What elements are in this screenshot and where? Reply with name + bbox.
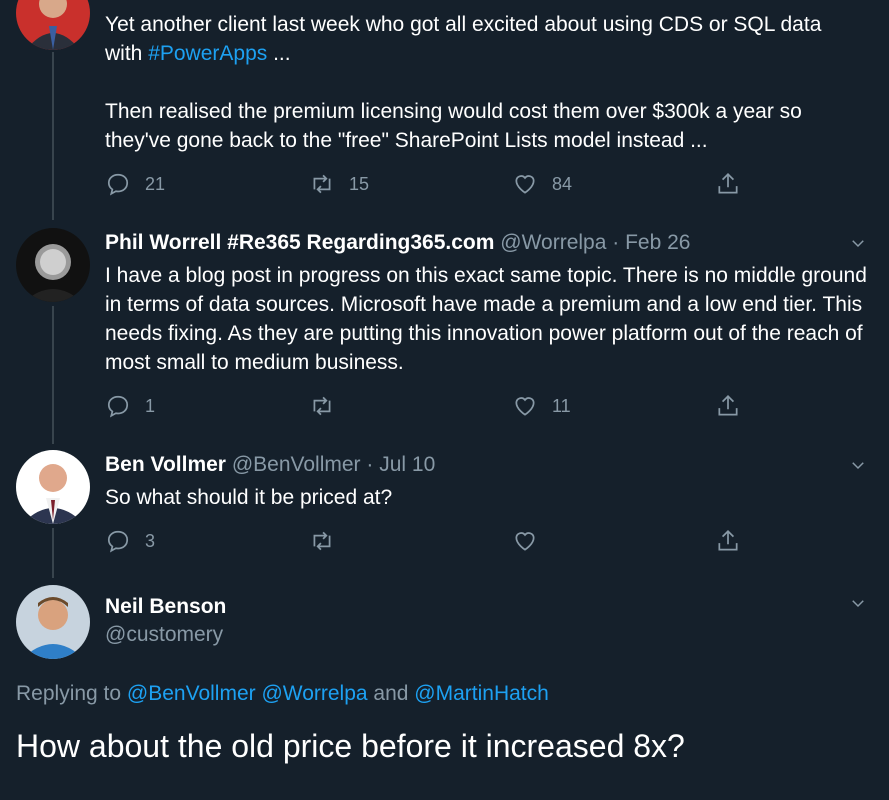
- display-name[interactable]: Phil Worrell #Re365 Regarding365.com: [105, 231, 494, 254]
- share-button[interactable]: [715, 169, 741, 199]
- user-handle[interactable]: @customery: [105, 621, 226, 649]
- share-button[interactable]: [715, 526, 741, 556]
- heart-icon: [515, 397, 535, 416]
- like-button[interactable]: 84: [512, 169, 572, 199]
- tweet-text: Yet another client last week who got all…: [105, 13, 822, 152]
- share-icon: [718, 173, 738, 194]
- share-button[interactable]: [715, 391, 741, 421]
- thread-line: [52, 306, 54, 444]
- thread-line: [52, 528, 54, 578]
- tweet-text: How about the old price before it increa…: [16, 728, 685, 764]
- tweet-actions: 21 15 84: [105, 169, 745, 199]
- replying-to: Replying to @BenVollmer @Worrelpa and @M…: [16, 682, 549, 705]
- reply-icon: [107, 395, 129, 418]
- mention-link[interactable]: @MartinHatch: [414, 682, 549, 705]
- tweet-date[interactable]: · Jul 10: [366, 453, 435, 476]
- user-handle[interactable]: @Worrelpa: [500, 231, 606, 254]
- tweet-header: Ben Vollmer @BenVollmer · Jul 10: [105, 451, 435, 479]
- avatar[interactable]: [16, 0, 90, 50]
- tweet-actions: 1 11: [105, 391, 745, 421]
- tweet-actions: 3: [105, 526, 745, 556]
- chevron-down-icon[interactable]: [849, 456, 867, 474]
- chevron-down-icon[interactable]: [849, 234, 867, 252]
- tweet-text: I have a blog post in progress on this e…: [105, 264, 867, 374]
- reply-icon: [107, 173, 129, 196]
- tweet-header: Phil Worrell #Re365 Regarding365.com @Wo…: [105, 229, 690, 257]
- share-icon: [718, 530, 738, 551]
- user-handle[interactable]: @BenVollmer: [232, 453, 361, 476]
- heart-icon: [515, 175, 535, 194]
- display-name[interactable]: Neil Benson: [105, 593, 226, 621]
- avatar[interactable]: [16, 450, 90, 524]
- thread-line: [52, 52, 54, 220]
- heart-icon: [515, 532, 535, 551]
- avatar[interactable]: [16, 585, 90, 659]
- retweet-icon: [313, 174, 331, 194]
- reply-button[interactable]: 21: [105, 169, 165, 199]
- retweet-icon: [313, 531, 331, 551]
- retweet-button[interactable]: 15: [309, 169, 369, 199]
- chevron-down-icon[interactable]: [849, 594, 867, 612]
- tweet-text: So what should it be priced at?: [105, 486, 393, 509]
- like-button[interactable]: [512, 526, 538, 556]
- tweet-date[interactable]: · Feb 26: [612, 231, 690, 254]
- retweet-button[interactable]: [309, 391, 335, 421]
- tweet-header: Neil Benson @customery: [105, 593, 226, 649]
- reply-button[interactable]: 3: [105, 526, 155, 556]
- retweet-button[interactable]: [309, 526, 335, 556]
- reply-button[interactable]: 1: [105, 391, 155, 421]
- display-name[interactable]: Ben Vollmer: [105, 453, 226, 476]
- hashtag-link[interactable]: #PowerApps: [148, 42, 267, 65]
- reply-icon: [107, 530, 129, 553]
- share-icon: [718, 395, 738, 416]
- like-button[interactable]: 11: [512, 391, 571, 421]
- mention-link[interactable]: @BenVollmer @Worrelpa: [127, 682, 368, 705]
- avatar[interactable]: [16, 228, 90, 302]
- retweet-icon: [313, 396, 331, 416]
